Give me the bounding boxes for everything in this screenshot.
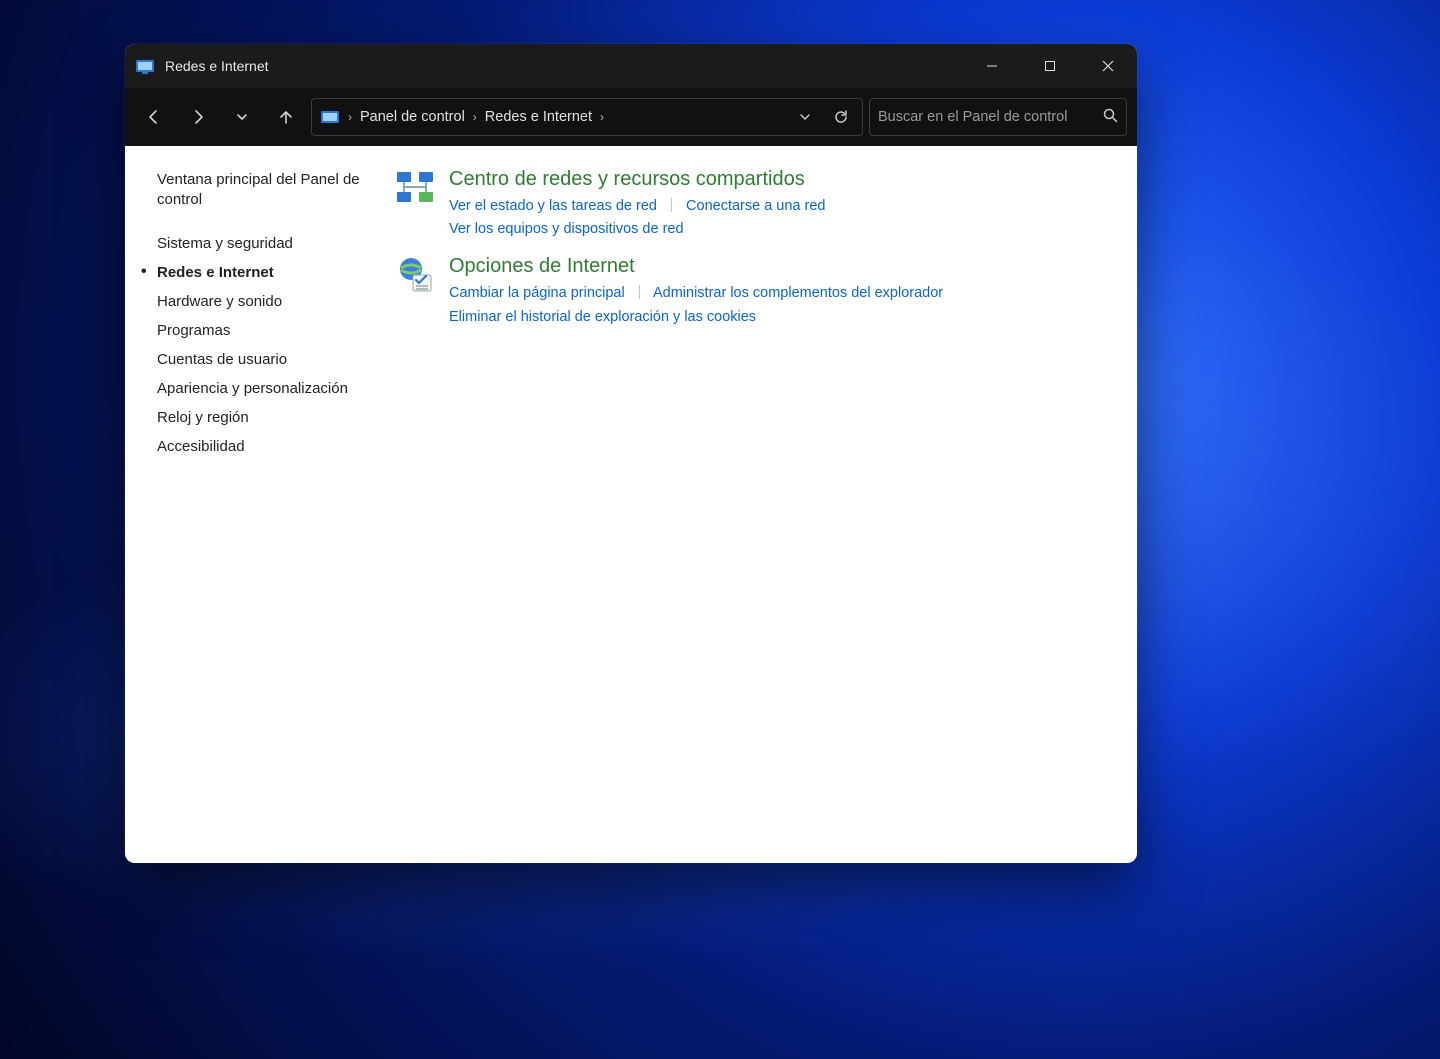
address-dropdown[interactable]: [790, 102, 820, 132]
breadcrumb-segment[interactable]: Panel de control: [360, 109, 465, 125]
sidebar-home-link[interactable]: Ventana principal del Panel de control: [157, 170, 373, 211]
link-manage-addons[interactable]: Administrar los complementos del explora…: [653, 285, 943, 301]
link-separator: [671, 198, 672, 212]
link-separator: [639, 285, 640, 299]
chevron-right-icon: ›: [471, 110, 479, 124]
link-view-devices[interactable]: Ver los equipos y dispositivos de red: [449, 221, 684, 237]
section-links: Cambiar la página principal Administrar …: [449, 282, 1109, 328]
link-view-status[interactable]: Ver el estado y las tareas de red: [449, 198, 657, 214]
section-internet-options: Opciones de Internet Cambiar la página p…: [395, 255, 1109, 328]
nav-back-button[interactable]: [135, 98, 173, 136]
search-icon: [1102, 107, 1118, 128]
app-icon: [135, 56, 155, 76]
sidebar-item-hardware[interactable]: Hardware y sonido: [157, 287, 373, 316]
maximize-button[interactable]: [1021, 44, 1079, 88]
section-network-center: Centro de redes y recursos compartidos V…: [395, 168, 1109, 241]
section-title[interactable]: Centro de redes y recursos compartidos: [449, 168, 1109, 191]
link-change-homepage[interactable]: Cambiar la página principal: [449, 285, 625, 301]
address-bar[interactable]: › Panel de control › Redes e Internet ›: [311, 98, 863, 136]
sidebar-item-reloj[interactable]: Reloj y región: [157, 403, 373, 432]
toolbar: › Panel de control › Redes e Internet ›: [125, 88, 1137, 146]
sidebar-item-redes[interactable]: Redes e Internet: [157, 258, 373, 287]
section-title[interactable]: Opciones de Internet: [449, 255, 1109, 278]
sidebar-item-sistema[interactable]: Sistema y seguridad: [157, 229, 373, 258]
sidebar: Ventana principal del Panel de control S…: [125, 146, 385, 863]
titlebar: Redes e Internet: [125, 44, 1137, 88]
link-connect-network[interactable]: Conectarse a una red: [686, 198, 825, 214]
chevron-right-icon: ›: [598, 110, 606, 124]
sidebar-item-apariencia[interactable]: Apariencia y personalización: [157, 374, 373, 403]
minimize-button[interactable]: [963, 44, 1021, 88]
refresh-button[interactable]: [826, 102, 856, 132]
sidebar-item-accesibilidad[interactable]: Accesibilidad: [157, 432, 373, 461]
nav-up-button[interactable]: [267, 98, 305, 136]
network-center-icon: [395, 168, 435, 208]
control-panel-window: Redes e Internet: [125, 44, 1137, 863]
body: Ventana principal del Panel de control S…: [125, 146, 1137, 863]
nav-forward-button[interactable]: [179, 98, 217, 136]
window-title: Redes e Internet: [165, 58, 269, 74]
address-icon: [320, 107, 340, 127]
search-input[interactable]: [878, 109, 1102, 125]
sidebar-item-programas[interactable]: Programas: [157, 316, 373, 345]
section-links: Ver el estado y las tareas de red Conect…: [449, 195, 1109, 241]
breadcrumb-segment[interactable]: Redes e Internet: [485, 109, 592, 125]
window-controls: [963, 44, 1137, 88]
sidebar-item-cuentas[interactable]: Cuentas de usuario: [157, 345, 373, 374]
link-clear-history[interactable]: Eliminar el historial de exploración y l…: [449, 309, 756, 325]
close-button[interactable]: [1079, 44, 1137, 88]
internet-options-icon: [395, 255, 435, 295]
chevron-right-icon: ›: [346, 110, 354, 124]
nav-recent-dropdown[interactable]: [223, 98, 261, 136]
content: Centro de redes y recursos compartidos V…: [385, 146, 1137, 863]
search-box[interactable]: [869, 98, 1127, 136]
